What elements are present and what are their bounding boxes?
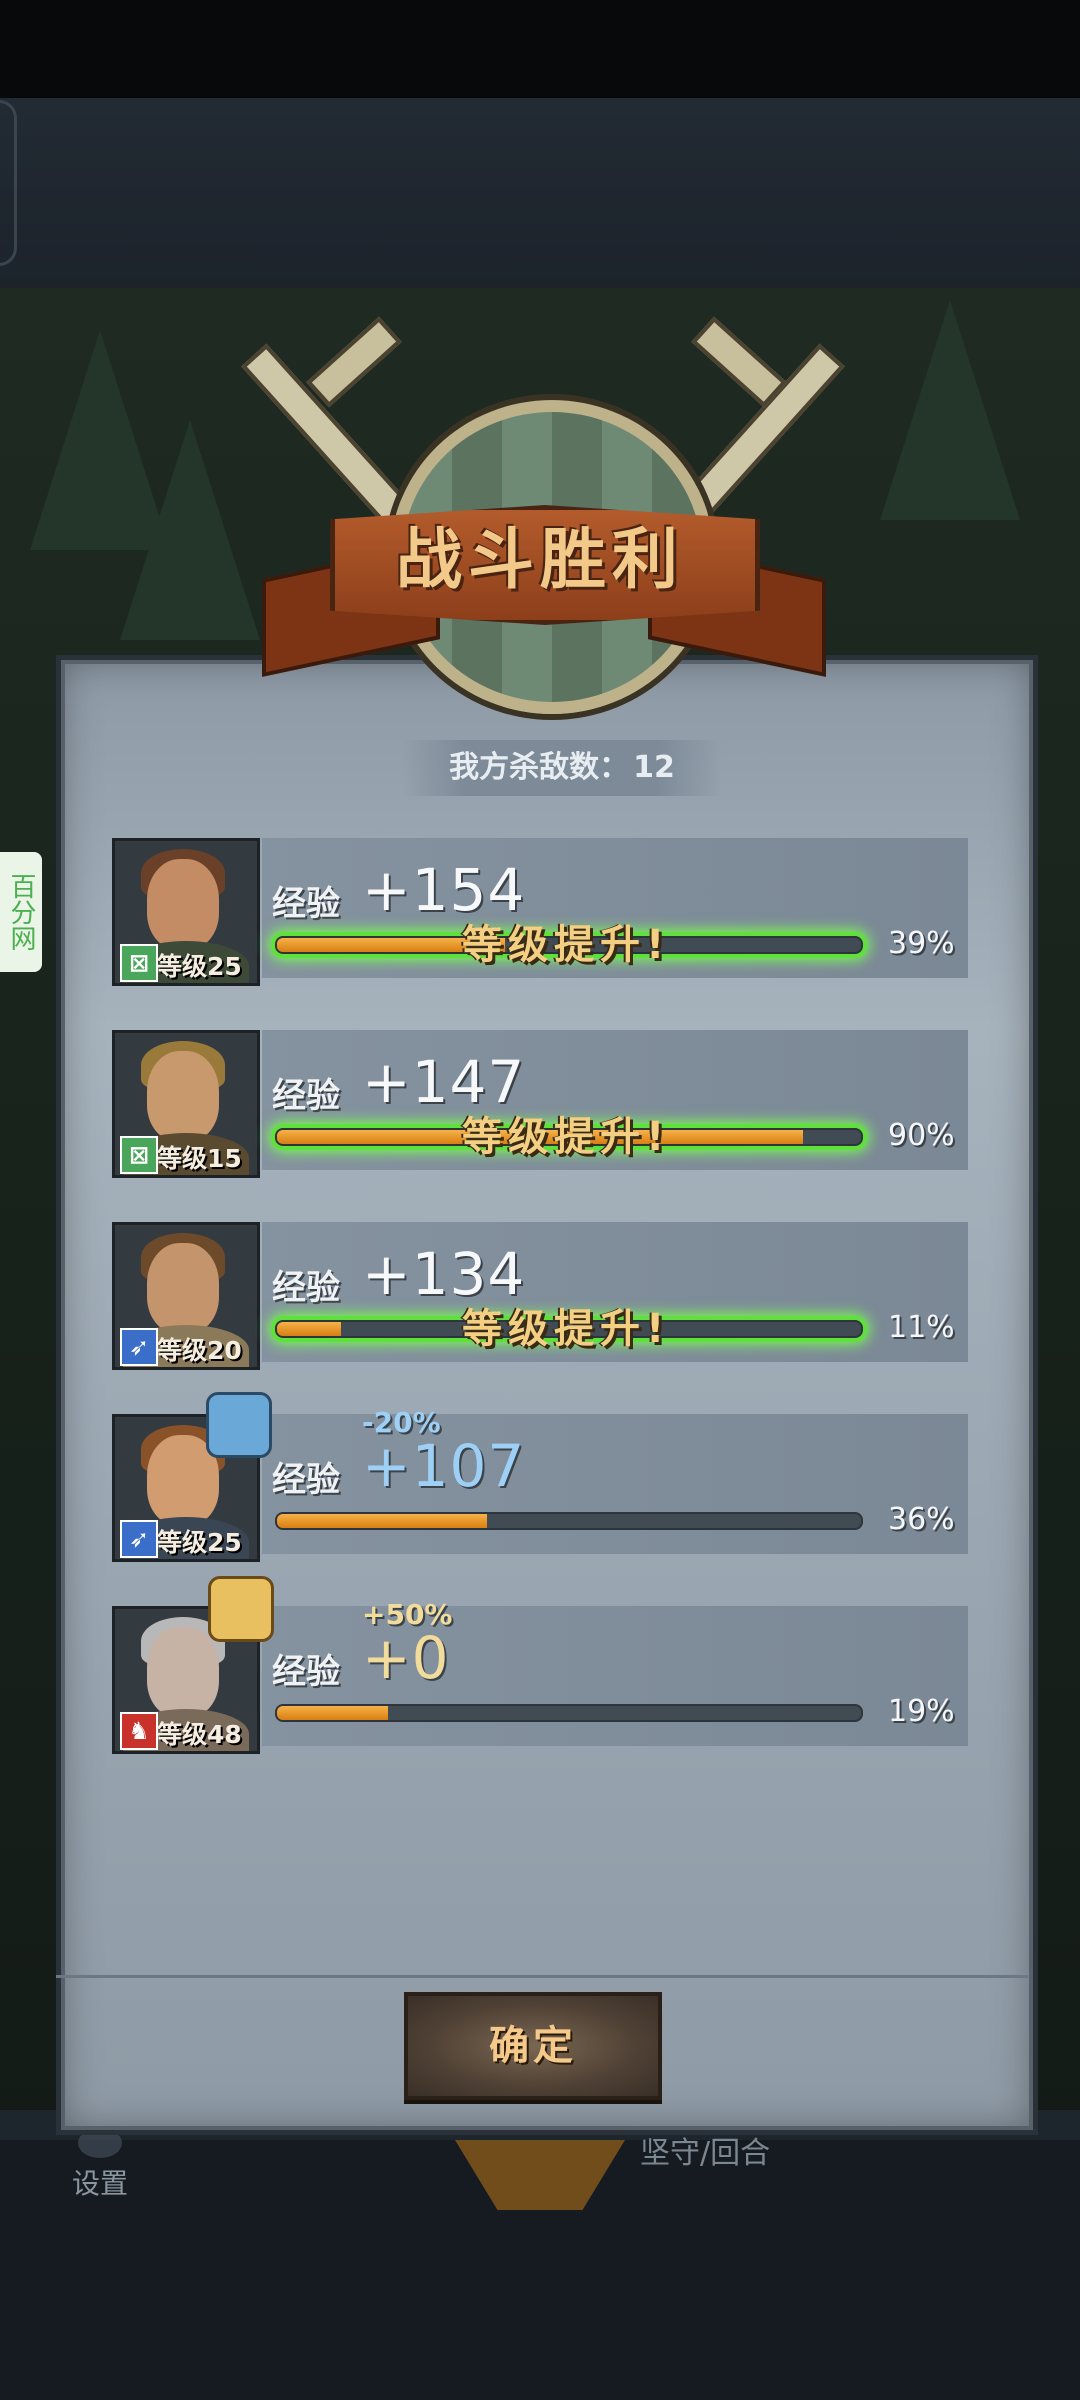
exp-percent: 90% — [888, 1118, 955, 1153]
portrait-face — [147, 1243, 219, 1333]
unit-portrait[interactable]: ⊠ 等级25 — [112, 838, 260, 986]
unit-row: ➶ 等级25 经验 -20% +107 36% — [112, 1392, 968, 1562]
class-icon: ➶ — [120, 1328, 158, 1366]
kill-count-value: 12 — [633, 750, 675, 785]
exp-percent: 19% — [888, 1694, 955, 1729]
unit-row: ♞ 等级48 经验 +50% +0 19% — [112, 1576, 968, 1754]
unit-level: 等级25 — [157, 952, 242, 981]
level-up-text: 等级提升! — [462, 1114, 671, 1160]
class-icon: ♞ — [120, 1712, 158, 1750]
side-badge[interactable]: 百分网 — [0, 852, 42, 972]
exp-progress-fill — [277, 1514, 488, 1528]
confirm-button[interactable]: 确定 — [404, 1992, 662, 2100]
exp-label: 经验 — [272, 1076, 340, 1116]
exp-percent: 39% — [888, 926, 955, 961]
class-icon: ➶ — [120, 1520, 158, 1558]
class-icon: ⊠ — [120, 944, 158, 982]
exp-progress-fill — [277, 1322, 342, 1336]
tree-decoration — [120, 420, 260, 640]
unit-portrait[interactable]: ⊠ 等级15 — [112, 1030, 260, 1178]
exp-label: 经验 — [272, 1652, 340, 1692]
portrait-face — [147, 859, 219, 949]
class-icon: ⊠ — [120, 1136, 158, 1174]
unit-level: 等级48 — [157, 1720, 242, 1749]
unit-row: ⊠ 等级15 经验 +147 等级提升! 90% — [112, 1030, 968, 1178]
kill-count-label: 我方杀敌数： — [449, 750, 630, 785]
exp-gain: +0 — [362, 1624, 450, 1692]
settings-label[interactable]: 设置 — [72, 2162, 128, 2202]
exp-percent: 11% — [888, 1310, 955, 1345]
exp-progress-bar — [275, 1704, 863, 1722]
portrait-face — [147, 1627, 219, 1717]
exp-progress-bar — [275, 1512, 863, 1530]
exp-progress-fill — [277, 1706, 388, 1720]
back-tab[interactable] — [0, 100, 17, 266]
level-up-text: 等级提升! — [462, 1306, 671, 1352]
exp-label: 经验 — [272, 1460, 340, 1500]
unit-row: ⊠ 等级25 经验 +154 等级提升! 39% — [112, 838, 968, 986]
unit-level: 等级15 — [157, 1144, 242, 1173]
unit-level: 等级20 — [157, 1336, 242, 1365]
thumbs-down-icon — [206, 1392, 272, 1458]
thumbs-up-icon — [208, 1576, 274, 1642]
kill-count: 我方杀敌数： 12 — [402, 740, 722, 796]
page-title: 战斗胜利 — [396, 521, 684, 598]
unit-row: ➶ 等级20 经验 +134 等级提升! 11% — [112, 1222, 968, 1370]
unit-portrait[interactable]: ➶ 等级20 — [112, 1222, 260, 1370]
unit-level: 等级25 — [157, 1528, 242, 1557]
exp-label: 经验 — [272, 1268, 340, 1308]
portrait-face — [147, 1051, 219, 1141]
exp-percent: 36% — [888, 1502, 955, 1537]
exp-label: 经验 — [272, 884, 340, 924]
status-bar — [0, 0, 1080, 98]
tree-decoration — [880, 300, 1020, 520]
header-strip — [0, 98, 1080, 288]
panel-divider — [56, 1975, 1028, 1978]
level-up-text: 等级提升! — [462, 922, 671, 968]
exp-gain: +107 — [362, 1432, 526, 1500]
